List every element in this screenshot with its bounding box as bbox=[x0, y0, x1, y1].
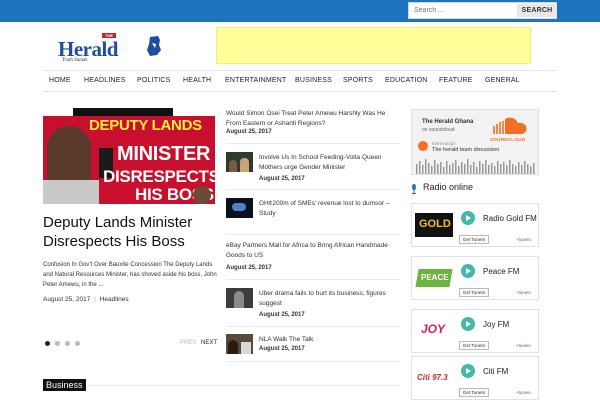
soundcloud-user[interactable]: theheraldgh bbox=[432, 141, 456, 146]
person-shirt bbox=[43, 180, 99, 204]
slider-dot[interactable] bbox=[55, 341, 60, 346]
station-logo-text: JOY bbox=[421, 322, 446, 336]
station-logo-text: Citi 97.3 bbox=[417, 373, 448, 382]
get-tunein-button[interactable]: Get TuneIn bbox=[459, 341, 489, 350]
nav-item-politics[interactable]: POLITICS bbox=[137, 77, 171, 84]
meta-separator: | bbox=[94, 296, 96, 303]
radio-station-widget[interactable]: GOLD Radio Gold FM Get TuneIn +tunein bbox=[411, 203, 539, 247]
person-inset-photo bbox=[193, 186, 211, 204]
waveform-icon[interactable] bbox=[416, 156, 536, 174]
article-date: August 25, 2017 bbox=[259, 312, 305, 318]
slider-next-button[interactable]: NEXT bbox=[201, 340, 217, 346]
divider bbox=[226, 143, 400, 144]
ghana-map-icon bbox=[147, 36, 161, 56]
divider bbox=[226, 234, 400, 235]
divider bbox=[226, 326, 400, 327]
tunein-brand: +tunein bbox=[516, 290, 531, 295]
nav-item-headlines[interactable]: HEADLINES bbox=[84, 77, 125, 84]
person-photo bbox=[47, 126, 91, 188]
article-thumbnail[interactable] bbox=[226, 152, 253, 172]
play-icon[interactable] bbox=[461, 264, 475, 278]
nav-item-general[interactable]: GENERAL bbox=[485, 77, 520, 84]
tunein-brand: +tunein bbox=[516, 390, 531, 395]
nav-item-home[interactable]: HOME bbox=[49, 77, 71, 84]
article-title[interactable]: Involve Us In School Feeding-Volta Queen… bbox=[259, 153, 403, 173]
radio-station-widget[interactable]: Citi 97.3 Citi FM Get TuneIn +tunein bbox=[411, 356, 539, 400]
play-icon[interactable] bbox=[418, 141, 428, 151]
station-name[interactable]: Radio Gold FM bbox=[483, 214, 537, 223]
article-title[interactable]: Would Simon Osei Treat Peter Amewu Harsh… bbox=[226, 109, 400, 129]
get-tunein-button[interactable]: Get TuneIn bbox=[459, 388, 489, 397]
image-headline-line: DEPUTY LANDS bbox=[89, 117, 202, 134]
section-divider bbox=[88, 385, 400, 386]
newspaper-headline-bar bbox=[73, 108, 173, 116]
get-tunein-button[interactable]: Get TuneIn bbox=[459, 235, 489, 244]
nav-item-education[interactable]: EDUCATION bbox=[385, 77, 428, 84]
article-title[interactable]: Uber drama fails to hurt its business; f… bbox=[259, 289, 403, 309]
get-tunein-button[interactable]: Get TuneIn bbox=[459, 288, 489, 297]
station-logo-text: PEACE bbox=[421, 273, 449, 282]
station-logo: Citi 97.3 bbox=[415, 366, 453, 390]
search-button[interactable]: SEARCH bbox=[517, 4, 557, 17]
soundcloud-track[interactable]: The herald team discussion bbox=[432, 147, 499, 153]
ad-banner[interactable] bbox=[216, 27, 531, 64]
radio-station-widget[interactable]: PEACE Peace FM Get TuneIn +tunein bbox=[411, 256, 539, 300]
article-date: August 25, 2017 bbox=[226, 129, 272, 135]
featured-image[interactable]: DEPUTY LANDS MINISTER DISRESPECTS HIS BO… bbox=[43, 108, 215, 204]
article-thumbnail[interactable] bbox=[226, 334, 253, 354]
article-title[interactable]: GH¢200m of SMEs’ revenue lost to dumsor … bbox=[259, 199, 403, 219]
slider-dot[interactable] bbox=[75, 341, 80, 346]
nav-item-business[interactable]: BUSINESS bbox=[295, 77, 332, 84]
section-heading-business[interactable]: Business bbox=[43, 379, 86, 391]
divider bbox=[226, 279, 400, 280]
article-date: August 25, 2017 bbox=[259, 346, 305, 352]
article-thumbnail[interactable] bbox=[226, 288, 253, 308]
station-name[interactable]: Peace FM bbox=[483, 267, 519, 276]
soundcloud-widget[interactable]: The Herald Ghana on soundcloud SOUNDCLOU… bbox=[411, 109, 539, 175]
featured-category[interactable]: Headlines bbox=[100, 296, 129, 303]
station-logo: JOY bbox=[415, 319, 453, 343]
radio-online-heading: Radio online bbox=[423, 182, 474, 192]
site-logo[interactable]: THE Herald Truth Stands bbox=[58, 33, 170, 67]
article-date: August 25, 2017 bbox=[226, 265, 272, 271]
station-name[interactable]: Joy FM bbox=[483, 320, 509, 329]
play-icon[interactable] bbox=[461, 317, 475, 331]
article-thumbnail[interactable] bbox=[226, 198, 253, 218]
station-logo-text: GOLD bbox=[419, 218, 451, 230]
station-logo: PEACE bbox=[415, 266, 453, 290]
image-headline-line: DISRESPECTS bbox=[103, 167, 215, 186]
search-form: SEARCH bbox=[408, 2, 557, 19]
nav-item-feature[interactable]: FEATURE bbox=[439, 77, 473, 84]
slider-dot[interactable] bbox=[65, 341, 70, 346]
nav-item-health[interactable]: HEALTH bbox=[183, 77, 211, 84]
slider-prev-button[interactable]: PREV bbox=[180, 340, 196, 346]
article-date: August 25, 2017 bbox=[259, 176, 305, 182]
station-logo: GOLD bbox=[415, 213, 453, 237]
featured-title[interactable]: Deputy Lands Minister Disrespects His Bo… bbox=[43, 213, 223, 251]
station-name[interactable]: Citi FM bbox=[483, 367, 508, 376]
featured-date: August 25, 2017 bbox=[43, 296, 91, 303]
slider-dot[interactable] bbox=[45, 341, 50, 346]
soundcloud-title[interactable]: The Herald Ghana bbox=[422, 119, 473, 125]
nav-item-sports[interactable]: SPORTS bbox=[343, 77, 373, 84]
tunein-brand: +tunein bbox=[516, 343, 531, 348]
image-headline-line: MINISTER bbox=[117, 143, 211, 165]
soundcloud-brand: SOUNDCLOUD bbox=[490, 137, 526, 142]
divider bbox=[226, 189, 400, 190]
main-nav: HOME HEADLINES POLITICS HEALTH ENTERTAIN… bbox=[43, 70, 557, 92]
tunein-brand: +tunein bbox=[516, 237, 531, 242]
soundcloud-subtitle: on soundcloud bbox=[422, 127, 455, 133]
logo-tagline: Truth Stands bbox=[62, 58, 88, 63]
play-icon[interactable] bbox=[461, 211, 475, 225]
play-icon[interactable] bbox=[461, 364, 475, 378]
search-input[interactable] bbox=[409, 3, 513, 18]
radio-station-widget[interactable]: JOY Joy FM Get TuneIn +tunein bbox=[411, 309, 539, 353]
divider bbox=[226, 361, 400, 362]
article-title[interactable]: NLA Walk The Talk bbox=[259, 335, 403, 345]
nav-item-entertainment[interactable]: ENTERTAINMENT bbox=[225, 77, 286, 84]
microphone-icon bbox=[412, 184, 416, 194]
featured-excerpt: Confusion In Gov’t Over Bauxite Concessi… bbox=[43, 262, 217, 288]
featured-meta: August 25, 2017 | Headlines bbox=[43, 296, 129, 303]
article-title[interactable]: eBay Partners Mall for Africa to Bring A… bbox=[226, 241, 402, 261]
